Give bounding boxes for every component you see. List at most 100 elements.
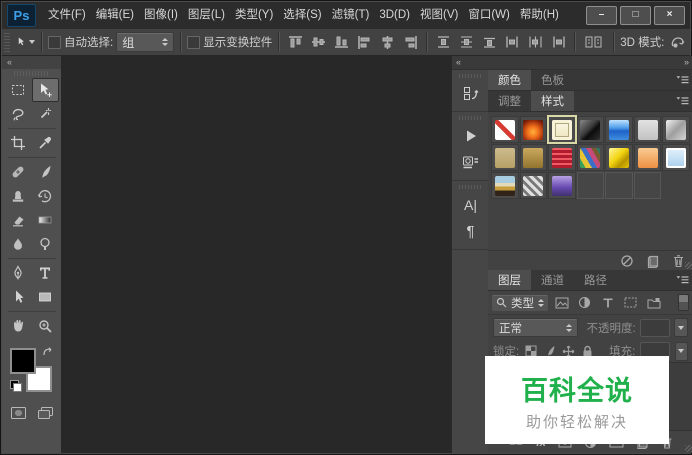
menu-select[interactable]: 选择(S)	[278, 2, 326, 29]
tool-brush[interactable]	[32, 160, 59, 184]
distribute-right-edges-icon[interactable]	[548, 32, 568, 52]
style-swatch-empty[interactable]	[605, 172, 633, 199]
tab-paths[interactable]: 路径	[574, 270, 617, 290]
distribute-top-edges-icon[interactable]	[433, 32, 453, 52]
tool-lasso[interactable]	[5, 102, 32, 126]
dock-grip[interactable]	[459, 185, 482, 189]
paragraph-panel-button[interactable]: ¶	[457, 219, 484, 244]
panel-menu-icon[interactable]	[676, 275, 689, 285]
style-swatch-empty[interactable]	[633, 172, 662, 199]
distribute-bottom-edges-icon[interactable]	[479, 32, 499, 52]
tool-eraser[interactable]	[5, 208, 32, 232]
3d-rotate-icon[interactable]	[667, 32, 687, 52]
dock-grip[interactable]	[459, 116, 482, 120]
style-swatch-orange-glow[interactable]	[519, 116, 548, 143]
menu-filter[interactable]: 滤镜(T)	[327, 2, 375, 29]
options-bar-grip[interactable]	[4, 32, 10, 52]
tool-rectangular-marquee[interactable]	[5, 78, 32, 102]
auto-select-target-dropdown[interactable]: 组	[116, 32, 175, 52]
delete-style-button[interactable]	[672, 254, 685, 268]
screen-mode-button[interactable]	[37, 406, 54, 420]
auto-align-layers-icon[interactable]	[581, 32, 607, 52]
filter-toggle-switch[interactable]	[678, 294, 689, 311]
tool-crop[interactable]	[5, 131, 32, 155]
style-swatch-cream-outline[interactable]	[548, 116, 576, 143]
new-style-button[interactable]	[646, 254, 660, 268]
menu-image[interactable]: 图像(I)	[139, 2, 183, 29]
panel-menu-icon[interactable]	[676, 96, 689, 106]
tab-adjustments[interactable]: 调整	[488, 91, 531, 111]
style-swatch-light-blue[interactable]	[662, 144, 690, 171]
distribute-horizontal-centers-icon[interactable]	[525, 32, 545, 52]
style-swatch-light-gray[interactable]	[633, 116, 662, 143]
tool-zoom[interactable]	[32, 314, 59, 338]
collapse-tools-icon[interactable]: «	[2, 56, 61, 69]
distribute-vertical-centers-icon[interactable]	[456, 32, 476, 52]
foreground-color-swatch[interactable]	[9, 348, 36, 374]
quick-mask-button[interactable]	[10, 406, 27, 420]
panel-resize-grip[interactable]	[685, 445, 692, 452]
filter-pixel-layers-button[interactable]	[552, 294, 571, 312]
filter-smart-objects-button[interactable]	[644, 294, 663, 312]
auto-select-checkbox[interactable]	[48, 35, 61, 49]
tool-path-selection[interactable]	[5, 285, 32, 309]
move-tool-preset-icon[interactable]	[15, 32, 35, 52]
style-swatch-checker-noise[interactable]	[519, 172, 548, 199]
style-swatch-multicolor[interactable]	[576, 144, 605, 171]
layer-comps-panel-button[interactable]	[457, 150, 484, 175]
swap-colors-icon[interactable]	[41, 346, 54, 358]
layer-filter-dropdown[interactable]: 类型	[492, 294, 548, 311]
opacity-dropdown-button[interactable]	[674, 318, 688, 337]
canvas-workspace[interactable]	[61, 56, 451, 453]
align-horizontal-centers-icon[interactable]	[377, 32, 397, 52]
minimize-button[interactable]: –	[586, 6, 617, 25]
align-bottom-edges-icon[interactable]	[331, 32, 351, 52]
tools-panel-grip[interactable]	[14, 71, 49, 76]
panel-resize-grip[interactable]	[685, 262, 692, 269]
blend-mode-dropdown[interactable]: 正常	[493, 318, 579, 337]
dock-grip[interactable]	[459, 74, 482, 78]
filter-type-layers-button[interactable]	[598, 294, 617, 312]
tool-pen[interactable]	[5, 261, 32, 285]
tool-spot-healing-brush[interactable]	[5, 160, 32, 184]
show-transform-checkbox[interactable]	[187, 35, 201, 49]
distribute-left-edges-icon[interactable]	[502, 32, 522, 52]
tool-magic-wand[interactable]	[32, 102, 59, 126]
tab-layers[interactable]: 图层	[488, 270, 531, 290]
menu-view[interactable]: 视图(V)	[415, 2, 463, 29]
align-vertical-centers-icon[interactable]	[308, 32, 328, 52]
character-panel-button[interactable]: A|	[457, 192, 484, 217]
tool-gradient[interactable]	[32, 208, 59, 232]
style-swatch-empty[interactable]	[576, 172, 605, 199]
style-swatch-no-style[interactable]	[491, 116, 519, 143]
fill-dropdown-button[interactable]	[674, 341, 688, 361]
tool-clone-stamp[interactable]	[5, 184, 32, 208]
filter-adjustment-layers-button[interactable]	[575, 294, 594, 312]
menu-edit[interactable]: 编辑(E)	[91, 2, 139, 29]
style-swatch-blue-gloss[interactable]	[605, 116, 633, 143]
style-swatch-yellow-bevel[interactable]	[605, 144, 633, 171]
opacity-field[interactable]	[639, 318, 671, 337]
tab-styles[interactable]: 样式	[531, 91, 574, 111]
collapse-dock-icon[interactable]: «	[452, 56, 489, 70]
align-top-edges-icon[interactable]	[285, 32, 305, 52]
filter-shape-layers-button[interactable]	[621, 294, 640, 312]
history-panel-button[interactable]	[457, 81, 484, 106]
tab-channels[interactable]: 通道	[531, 270, 574, 290]
style-swatch-purple-bevel[interactable]	[548, 172, 576, 199]
tool-eyedropper[interactable]	[32, 131, 59, 155]
tool-dodge[interactable]	[32, 232, 59, 256]
tool-horizontal-type[interactable]	[32, 261, 59, 285]
menu-file[interactable]: 文件(F)	[43, 2, 91, 29]
tool-history-brush[interactable]	[32, 184, 59, 208]
tab-color[interactable]: 颜色	[488, 70, 531, 90]
tool-rectangle-shape[interactable]	[32, 285, 59, 309]
menu-type[interactable]: 类型(Y)	[230, 2, 278, 29]
tool-move[interactable]	[31, 78, 59, 102]
tab-swatches[interactable]: 色板	[531, 70, 574, 90]
maximize-button[interactable]: □	[620, 6, 651, 25]
tool-blur[interactable]	[5, 232, 32, 256]
style-swatch-sunset[interactable]	[491, 172, 519, 199]
layers-list[interactable]: 百科全说 助你轻松解决	[485, 356, 692, 444]
menu-window[interactable]: 窗口(W)	[463, 2, 515, 29]
